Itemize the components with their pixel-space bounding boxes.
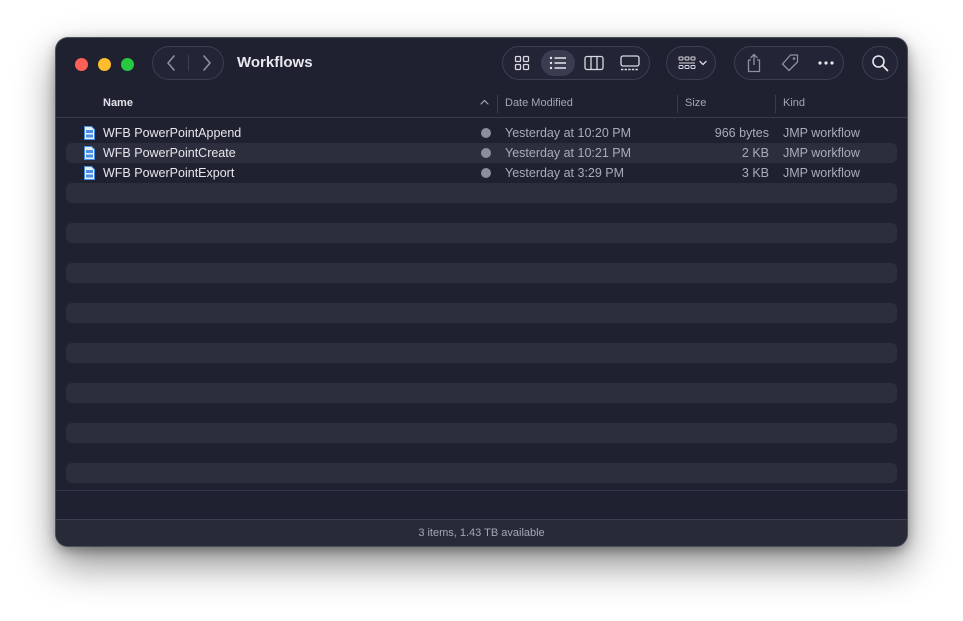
status-badge-icon xyxy=(481,128,491,138)
sort-ascending-icon[interactable] xyxy=(480,99,489,105)
column-header-name[interactable]: Name xyxy=(103,97,133,109)
jmp-workflow-file-icon xyxy=(84,166,95,180)
file-row[interactable]: WFB PowerPointAppend Yesterday at 10:20 … xyxy=(66,123,897,143)
empty-row xyxy=(66,263,897,283)
toolbar: Workflows xyxy=(56,38,907,90)
window-title: Workflows xyxy=(237,54,313,71)
status-bar: 3 items, 1.43 TB available xyxy=(56,519,907,546)
chevron-left-icon xyxy=(167,55,175,71)
column-header-kind[interactable]: Kind xyxy=(783,97,805,109)
icon-view-grid-icon xyxy=(514,55,530,71)
forward-button[interactable] xyxy=(189,47,225,79)
file-row[interactable]: WFB PowerPointExport Yesterday at 3:29 P… xyxy=(66,163,897,183)
file-date: Yesterday at 10:21 PM xyxy=(505,146,632,160)
column-view-icon xyxy=(584,55,604,71)
file-kind: JMP workflow xyxy=(783,126,860,140)
file-size: 966 bytes xyxy=(714,126,769,140)
more-actions-button[interactable] xyxy=(809,47,843,79)
empty-row xyxy=(66,223,897,243)
status-badge-icon xyxy=(481,148,491,158)
empty-row xyxy=(66,283,897,303)
view-mode-group xyxy=(502,46,650,80)
file-row[interactable]: WFB PowerPointCreate Yesterday at 10:21 … xyxy=(66,143,897,163)
actions-group xyxy=(734,46,844,80)
list-view-button[interactable] xyxy=(541,50,575,76)
list-view-icon xyxy=(549,56,566,70)
empty-row xyxy=(66,463,897,483)
navigation-group xyxy=(152,46,224,80)
gallery-view-icon xyxy=(620,55,640,71)
empty-row xyxy=(66,383,897,403)
file-name: WFB PowerPointCreate xyxy=(103,146,236,160)
search-icon xyxy=(872,55,889,72)
zoom-window-button[interactable] xyxy=(121,58,134,71)
empty-row xyxy=(66,423,897,443)
jmp-workflow-file-icon xyxy=(84,126,95,140)
empty-row xyxy=(66,443,897,463)
back-button[interactable] xyxy=(153,47,189,79)
column-header: Name Date Modified Size Kind xyxy=(56,90,907,118)
tag-button[interactable] xyxy=(773,47,807,79)
empty-row xyxy=(66,183,897,203)
share-button[interactable] xyxy=(737,47,771,79)
jmp-workflow-file-icon xyxy=(84,146,95,160)
finder-window: Workflows Name Date Modified Size Kind W… xyxy=(56,38,907,546)
file-date: Yesterday at 3:29 PM xyxy=(505,166,625,180)
file-kind: JMP workflow xyxy=(783,146,860,160)
status-badge-icon xyxy=(481,168,491,178)
tag-icon xyxy=(781,54,799,72)
minimize-window-button[interactable] xyxy=(98,58,111,71)
column-view-button[interactable] xyxy=(577,50,611,76)
status-text: 3 items, 1.43 TB available xyxy=(418,527,545,539)
empty-row xyxy=(66,363,897,383)
empty-row xyxy=(66,203,897,223)
list-bottom-divider xyxy=(56,490,907,491)
empty-row xyxy=(66,303,897,323)
empty-row xyxy=(66,343,897,363)
column-divider[interactable] xyxy=(775,95,776,113)
column-header-size[interactable]: Size xyxy=(685,97,706,109)
empty-row xyxy=(66,243,897,263)
icon-view-button[interactable] xyxy=(505,50,539,76)
file-date: Yesterday at 10:20 PM xyxy=(505,126,632,140)
file-kind: JMP workflow xyxy=(783,166,860,180)
file-size: 3 KB xyxy=(741,166,769,180)
search-button[interactable] xyxy=(862,46,898,80)
more-ellipsis-icon xyxy=(818,61,834,65)
empty-row xyxy=(66,403,897,423)
column-divider[interactable] xyxy=(677,95,678,113)
file-name: WFB PowerPointExport xyxy=(103,166,235,180)
share-icon xyxy=(747,53,761,73)
empty-row xyxy=(66,323,897,343)
close-window-button[interactable] xyxy=(75,58,88,71)
file-list: WFB PowerPointAppend Yesterday at 10:20 … xyxy=(66,123,897,483)
group-by-button[interactable] xyxy=(666,46,716,80)
gallery-view-button[interactable] xyxy=(613,50,647,76)
file-size: 2 KB xyxy=(741,146,769,160)
file-name: WFB PowerPointAppend xyxy=(103,126,242,140)
column-header-date[interactable]: Date Modified xyxy=(505,97,573,109)
chevron-right-icon xyxy=(203,55,211,71)
column-divider[interactable] xyxy=(497,95,498,113)
group-by-icon xyxy=(678,56,707,69)
